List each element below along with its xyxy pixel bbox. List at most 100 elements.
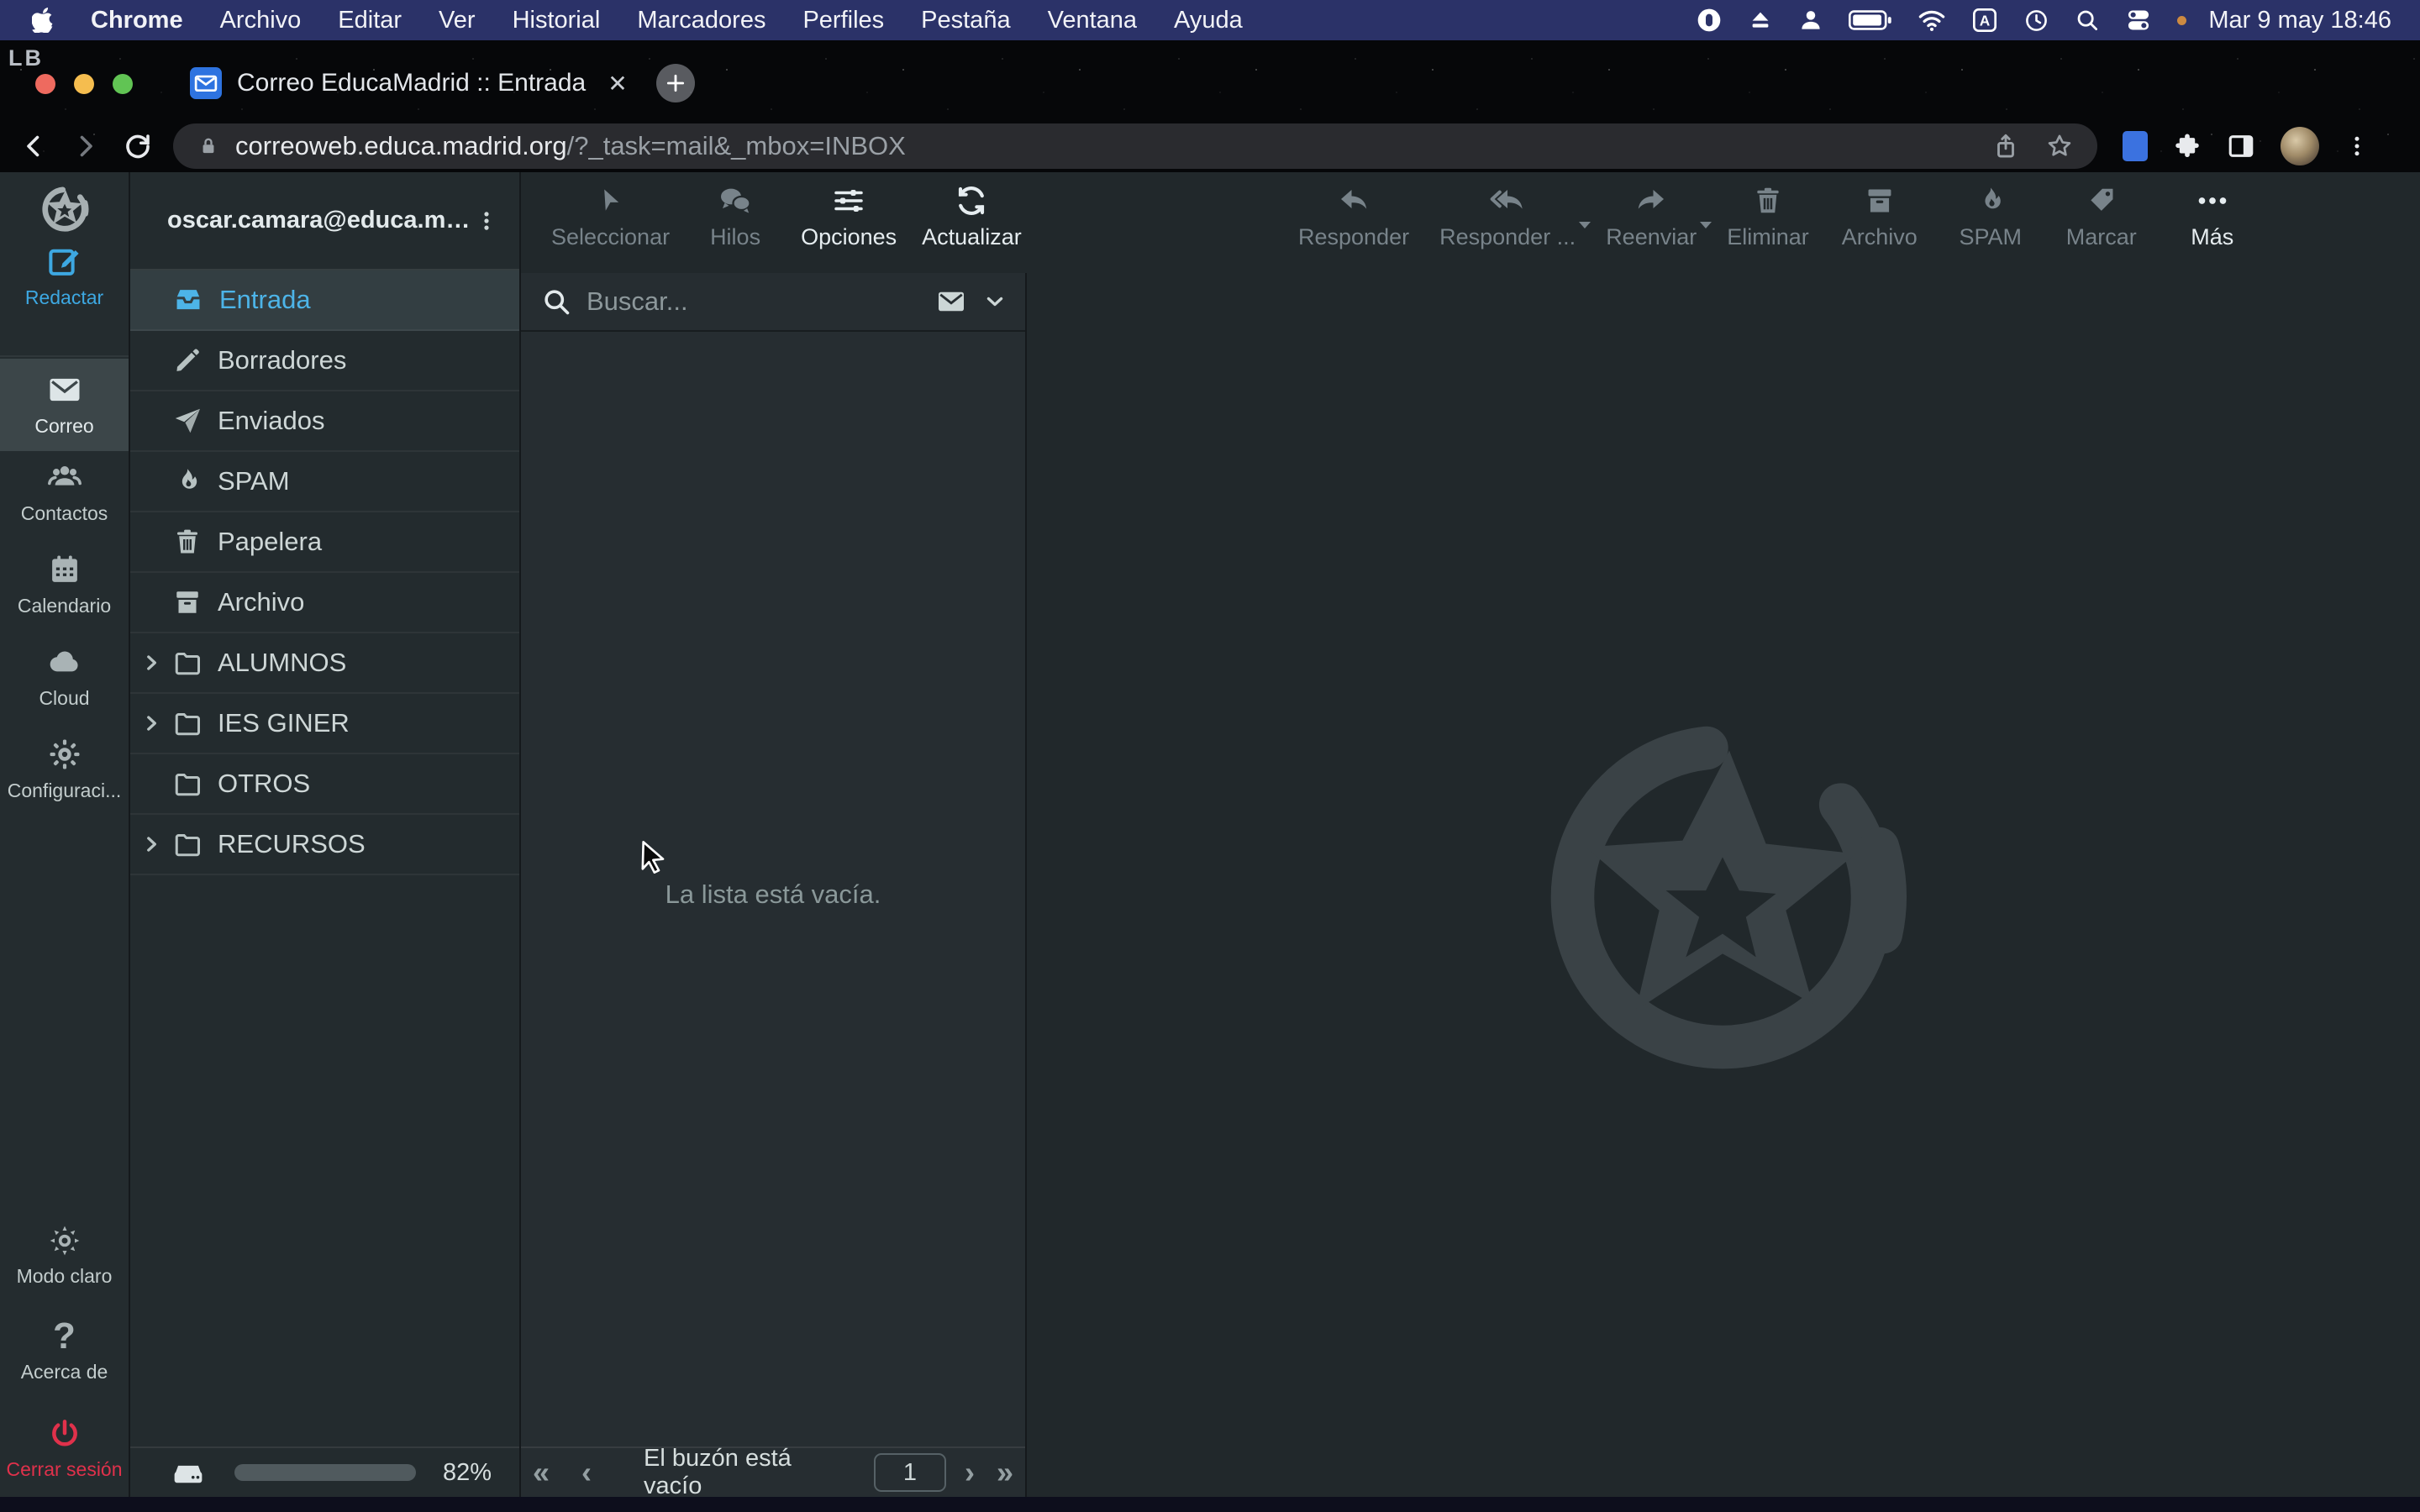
folder-label: Papelera [218, 527, 322, 557]
share-icon[interactable] [1991, 132, 2020, 160]
wifi-icon[interactable] [1918, 8, 1946, 33]
sidebar-item-logout[interactable]: Cerrar sesión [0, 1417, 129, 1481]
compose-icon [47, 244, 82, 279]
folder-label: IES GINER [218, 708, 350, 738]
reply-all-button[interactable]: Responder ... [1439, 181, 1576, 250]
sidebar-item-contacts[interactable]: Contactos [0, 459, 129, 525]
account-menu-kebab-icon[interactable] [476, 207, 497, 234]
screen-record-icon[interactable] [1696, 7, 1723, 34]
folder-label: Archivo [218, 587, 304, 617]
close-window-button[interactable] [35, 74, 55, 94]
eject-icon[interactable] [1748, 8, 1773, 33]
search-input[interactable] [587, 286, 936, 317]
user-switch-icon[interactable] [1798, 8, 1823, 33]
folder-row-archivo[interactable]: Archivo [130, 573, 519, 633]
folder-row-enviados[interactable]: Enviados [130, 391, 519, 452]
menu-item-perfiles[interactable]: Perfiles [802, 7, 884, 34]
battery-icon[interactable] [1849, 8, 1892, 33]
menu-item-ventana[interactable]: Ventana [1048, 7, 1137, 34]
last-page-button[interactable]: » [997, 1457, 1013, 1488]
browser-menu-icon[interactable] [2344, 134, 2370, 159]
prev-page-button[interactable]: ‹ [581, 1457, 592, 1488]
menu-item-chrome[interactable]: Chrome [91, 7, 183, 34]
more-button[interactable]: Más [2172, 181, 2253, 250]
profile-avatar[interactable] [2281, 127, 2319, 165]
folder-row-entrada[interactable]: Entrada [130, 270, 519, 331]
delete-button[interactable]: Eliminar [1727, 181, 1809, 250]
search-scope-mail-icon[interactable] [936, 286, 966, 317]
browser-toolbar: correoweb.educa.madrid.org/?_task=mail&_… [0, 119, 2420, 172]
expand-chevron-icon[interactable] [140, 652, 162, 674]
menu-item-ver[interactable]: Ver [439, 7, 476, 34]
tab-strip: LB Correo EducaMadrid :: Entrada ✕ [0, 40, 2420, 119]
menu-item-editar[interactable]: Editar [338, 7, 402, 34]
folder-row-recursos[interactable]: RECURSOS [130, 815, 519, 875]
time-machine-icon[interactable] [2023, 8, 2049, 34]
menu-item-marcadores[interactable]: Marcadores [637, 7, 765, 34]
expand-chevron-icon[interactable] [140, 833, 162, 855]
sidebar-item-compose[interactable]: Redactar [0, 244, 129, 309]
sidebar-item-calendar[interactable]: Calendario [0, 552, 129, 617]
minimize-window-button[interactable] [74, 74, 94, 94]
empty-list-text: La lista está vacía. [521, 879, 1025, 910]
menu-item-pestana[interactable]: Pestaña [921, 7, 1010, 34]
search-options-chevron-icon[interactable] [983, 290, 1007, 313]
new-tab-button[interactable] [656, 64, 695, 102]
extensions-puzzle-icon[interactable] [2173, 132, 2202, 160]
spotlight-icon[interactable] [2075, 8, 2100, 33]
forward-button[interactable] [71, 131, 101, 161]
menu-item-archivo[interactable]: Archivo [220, 7, 302, 34]
sidebar-item-light-mode[interactable]: Modo claro [0, 1224, 129, 1288]
folder-icon [172, 829, 203, 859]
lock-icon[interactable] [197, 134, 220, 158]
reply-button[interactable]: Responder [1298, 181, 1409, 250]
sidebar-item-settings[interactable]: Configuraci... [0, 737, 129, 802]
folder-row-spam[interactable]: SPAM [130, 452, 519, 512]
expand-chevron-icon[interactable] [140, 712, 162, 734]
menu-item-ayuda[interactable]: Ayuda [1174, 7, 1243, 34]
mark-button[interactable]: Marcar [2061, 181, 2142, 250]
folder-row-borradores[interactable]: Borradores [130, 331, 519, 391]
folder-row-ies-giner[interactable]: IES GINER [130, 694, 519, 754]
page-input[interactable] [874, 1453, 946, 1492]
notification-dot [2177, 16, 2186, 25]
forward-icon [1634, 181, 1669, 218]
refresh-button[interactable]: Actualizar [922, 181, 1022, 250]
spam-button[interactable]: SPAM [1950, 181, 2031, 250]
sidebar-item-mail-selected[interactable]: Correo [0, 359, 129, 451]
menu-item-historial[interactable]: Historial [513, 7, 601, 34]
dropdown-caret-icon[interactable] [1577, 219, 1592, 231]
search-bar[interactable] [521, 273, 1025, 332]
side-panel-icon[interactable] [2227, 132, 2255, 160]
sidebar-item-cloud[interactable]: Cloud [0, 644, 129, 710]
address-bar[interactable]: correoweb.educa.madrid.org/?_task=mail&_… [173, 123, 2097, 169]
next-page-button[interactable]: › [965, 1457, 975, 1488]
select-button[interactable]: Seleccionar [551, 181, 670, 250]
folder-row-alumnos[interactable]: ALUMNOS [130, 633, 519, 694]
bookmark-star-icon[interactable] [2045, 132, 2074, 160]
dropdown-caret-icon[interactable] [1698, 219, 1713, 231]
first-page-button[interactable]: « [533, 1457, 550, 1488]
back-button[interactable] [18, 131, 49, 161]
input-source-icon[interactable]: A [1971, 7, 1998, 34]
account-header[interactable]: oscar.camara@educa.madri... [130, 172, 519, 270]
tab-close-icon[interactable]: ✕ [608, 70, 627, 97]
control-center-icon[interactable] [2125, 8, 2152, 32]
archive-button[interactable]: Archivo [1839, 181, 1920, 250]
sidebar-item-mail[interactable]: Correo [0, 372, 129, 438]
zoom-window-button[interactable] [113, 74, 133, 94]
forward-button[interactable]: Reenviar [1606, 181, 1697, 250]
sidebar-item-label: Acerca de [21, 1361, 108, 1383]
sidebar-item-about[interactable]: ? Acerca de [0, 1320, 129, 1383]
browser-tab[interactable]: Correo EducaMadrid :: Entrada ✕ [190, 67, 628, 99]
pinned-extension-icon[interactable] [2123, 131, 2148, 161]
chat-bubbles-icon [717, 181, 754, 218]
folder-row-otros[interactable]: OTROS [130, 754, 519, 815]
apple-menu-icon[interactable] [32, 8, 54, 33]
options-button[interactable]: Opciones [801, 181, 897, 250]
threads-button[interactable]: Hilos [695, 181, 776, 250]
menu-bar-clock[interactable]: Mar 9 may 18:46 [2208, 7, 2391, 34]
folder-label: OTROS [218, 769, 310, 799]
reload-button[interactable] [123, 131, 153, 161]
folder-row-papelera[interactable]: Papelera [130, 512, 519, 573]
